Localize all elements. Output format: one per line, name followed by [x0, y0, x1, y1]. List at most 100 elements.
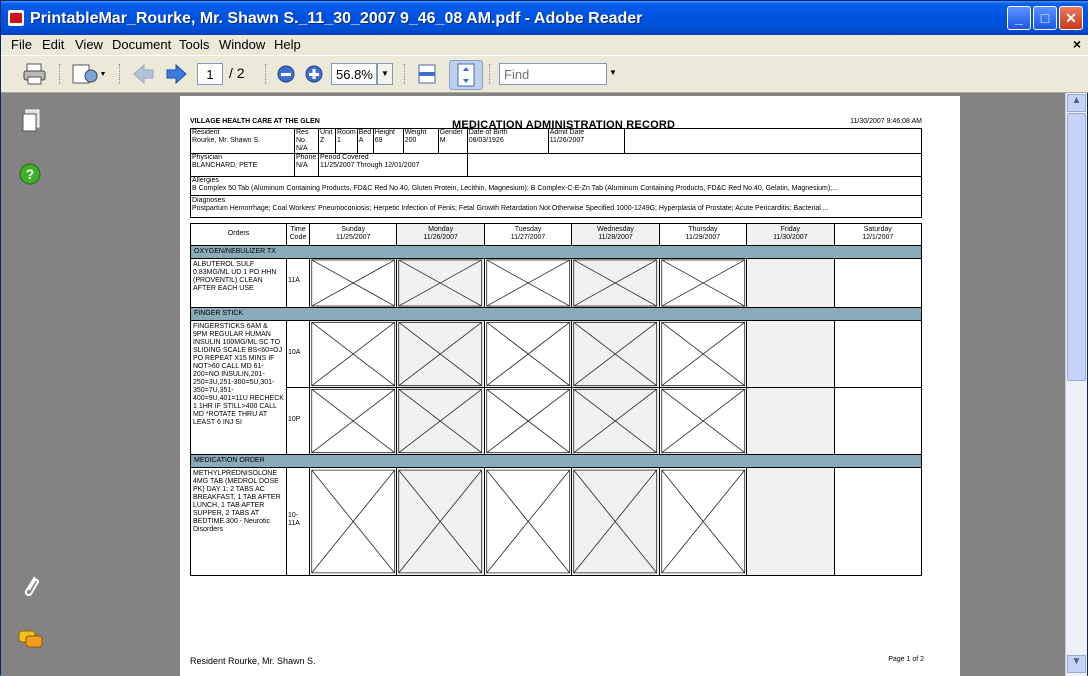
- fit-page-icon[interactable]: [449, 60, 483, 90]
- day-date: 11/30/2007: [773, 234, 808, 241]
- day-cell: [308, 258, 398, 308]
- dob-label: Date of Birth: [468, 129, 508, 136]
- physician-label: Physician: [192, 154, 222, 161]
- find-input[interactable]: [499, 63, 607, 85]
- zoom-level-input[interactable]: 56.8%: [331, 63, 377, 85]
- adobe-reader-window: PrintableMar_Rourke, Mr. Shawn S._11_30_…: [0, 0, 1088, 676]
- diagnoses-box: Diagnoses Postpartum Hemorrhage; Coal Wo…: [190, 196, 922, 218]
- maximize-button[interactable]: □: [1033, 6, 1057, 30]
- acrobat-tool-icon[interactable]: [69, 62, 111, 86]
- orders-table: Orders Time Code Sunday 11/25/2007 Monday…: [190, 223, 923, 576]
- day-cell: [483, 467, 573, 576]
- forward-arrow-icon[interactable]: [163, 62, 189, 86]
- fit-width-icon[interactable]: [415, 62, 439, 86]
- day-cell: [308, 387, 398, 455]
- help-icon[interactable]: ?: [19, 163, 41, 185]
- day-header: Saturday 12/1/2007: [833, 223, 923, 246]
- not-given-x-mark: [310, 388, 396, 454]
- menu-document[interactable]: Document: [112, 37, 171, 52]
- day-cell: [396, 320, 485, 388]
- time-code: 10-11A: [286, 467, 310, 576]
- menu-view[interactable]: View: [75, 37, 103, 52]
- day-header: Monday 11/26/2007: [396, 223, 485, 246]
- paperclip-icon[interactable]: [19, 573, 43, 599]
- page-number-input[interactable]: 1: [197, 63, 223, 85]
- not-given-x-mark: [572, 321, 658, 387]
- resident-info-table: Resident Rourke, Mr. Shawn S. Res No. N/A …: [190, 128, 923, 177]
- scroll-down-icon[interactable]: ▼: [1067, 655, 1086, 673]
- menu-bar: File Edit View Document Tools Window Hel…: [1, 35, 1088, 55]
- allergies-text: B Complex 50 Tab (Aluminum Containing Pr…: [192, 185, 838, 192]
- bed-label: Bed: [358, 129, 372, 136]
- day-cell: [658, 387, 748, 455]
- pdf-file-icon: [8, 10, 24, 26]
- printer-icon[interactable]: [21, 62, 49, 86]
- close-document-icon[interactable]: ×: [1073, 36, 1081, 52]
- day-cell: [571, 258, 660, 308]
- not-given-x-mark: [660, 321, 746, 387]
- zoom-out-icon[interactable]: [275, 62, 297, 86]
- scroll-thumb[interactable]: [1067, 113, 1086, 381]
- day-cell: [396, 467, 485, 576]
- not-given-x-mark: [397, 259, 483, 307]
- not-given-x-mark: [397, 388, 483, 454]
- menu-file[interactable]: File: [11, 37, 32, 52]
- diagnoses-label: Diagnoses: [192, 197, 226, 204]
- footer-page-number: Page 1 of 2: [888, 656, 924, 663]
- order-text: METHYLPREDNISOLONE 4MG TAB (MEDROL DOSE …: [190, 467, 287, 576]
- back-arrow-icon[interactable]: [131, 62, 157, 86]
- resno-label: Res No.: [296, 129, 309, 144]
- day-cell: [658, 258, 748, 308]
- day-name: Tuesday: [514, 226, 542, 233]
- section-header: OXYGEN/NEBULIZER TX: [190, 245, 922, 259]
- time-code-header: Time Code: [286, 223, 310, 246]
- phone-label: Phone: [296, 154, 317, 161]
- day-date: 11/29/2007: [685, 234, 721, 241]
- minimize-button[interactable]: _: [1007, 6, 1031, 30]
- not-given-x-mark: [397, 321, 483, 387]
- menu-window[interactable]: Window: [219, 37, 265, 52]
- comments-icon[interactable]: [17, 629, 45, 651]
- pdf-page: VILLAGE HEALTH CARE AT THE GLEN MEDICATI…: [180, 96, 960, 676]
- day-cell: [483, 387, 573, 455]
- day-cell: [396, 258, 485, 308]
- bed-value: A: [358, 137, 364, 144]
- not-given-x-mark: [485, 321, 571, 387]
- not-given-x-mark: [660, 259, 746, 307]
- navigation-panel: ?: [1, 93, 63, 676]
- find-dropdown-arrow-icon[interactable]: ▼: [609, 68, 617, 92]
- height-value: 69: [374, 137, 383, 144]
- menu-edit[interactable]: Edit: [42, 37, 64, 52]
- not-given-x-mark: [660, 388, 746, 454]
- day-date: 11/25/2007: [335, 234, 371, 241]
- period-label: Period Covered: [320, 154, 369, 161]
- section-header: MEDICATION ORDER: [190, 454, 922, 468]
- day-cell: [833, 258, 923, 308]
- day-name: Saturday: [863, 226, 892, 233]
- unit-value: Z: [320, 137, 325, 144]
- title-bar[interactable]: PrintableMar_Rourke, Mr. Shawn S._11_30_…: [1, 1, 1088, 35]
- not-given-x-mark: [485, 468, 571, 575]
- not-given-x-mark: [310, 321, 396, 387]
- zoom-dropdown-arrow-icon[interactable]: ▼: [377, 63, 393, 85]
- order-text: FINGERSTICKS 6AM & 9PM REGULAR HUMAN INS…: [190, 320, 287, 455]
- room-value: 1: [337, 137, 341, 144]
- not-given-x-mark: [310, 468, 396, 575]
- pages-icon[interactable]: [21, 109, 41, 133]
- day-cell: [571, 387, 660, 455]
- toolbar-separator: [119, 64, 121, 84]
- day-cell: [833, 467, 923, 576]
- close-button[interactable]: ✕: [1059, 6, 1083, 30]
- menu-tools[interactable]: Tools: [179, 37, 209, 52]
- dob-value: 08/03/1926: [468, 137, 504, 144]
- document-area[interactable]: VILLAGE HEALTH CARE AT THE GLEN MEDICATI…: [63, 93, 1065, 676]
- zoom-in-icon[interactable]: [303, 62, 325, 86]
- resident-label: Resident: [192, 129, 220, 136]
- not-given-x-mark: [660, 468, 746, 575]
- scroll-up-icon[interactable]: ▲: [1067, 94, 1086, 112]
- height-label: Height: [374, 129, 395, 136]
- allergies-box: Allergies B Complex 50 Tab (Aluminum Con…: [190, 176, 922, 196]
- menu-help[interactable]: Help: [274, 37, 301, 52]
- day-cell: [571, 320, 660, 388]
- vertical-scrollbar[interactable]: ▲ ▼: [1065, 93, 1087, 676]
